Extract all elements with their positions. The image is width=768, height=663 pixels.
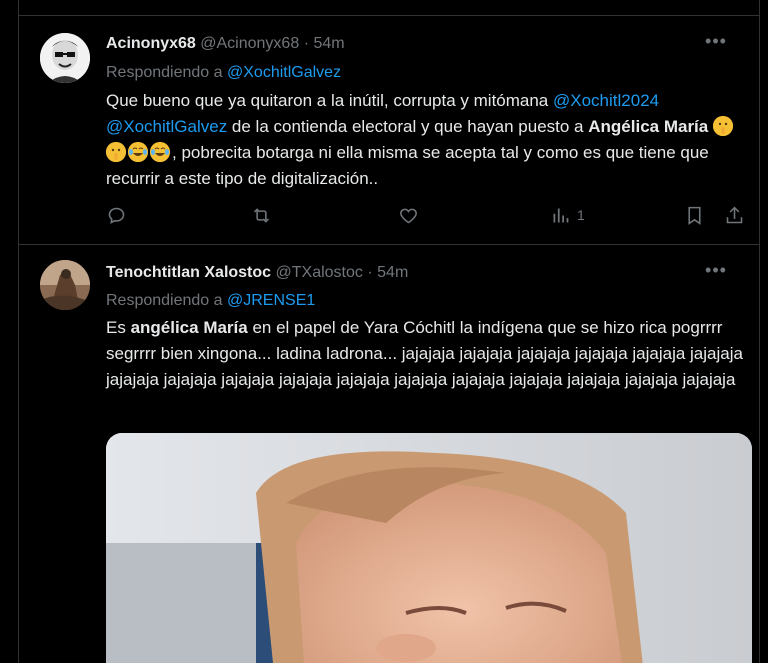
bold-text: angélica María [130,318,248,337]
heart-icon [400,208,417,223]
tweet-text: Es angélica María en el papel de Yara Có… [106,315,747,393]
photo-icon [106,433,752,663]
tweet[interactable]: Tenochtitlan Xalostoc @TXalostoc · 54m •… [19,245,759,663]
avatar[interactable] [40,33,90,83]
reply-icon [108,207,125,224]
shushing-face-icon [106,142,126,162]
mention-link[interactable]: @XochitlGalvez [106,117,227,136]
timestamp[interactable]: 54m [313,35,344,52]
text-segment: , pobrecita botarga ni ella misma se ace… [106,143,709,188]
handle[interactable]: @Acinonyx68 [200,35,299,52]
like-button[interactable] [398,202,419,228]
share-icon [726,206,743,223]
timestamp[interactable]: 54m [377,264,408,281]
reply-button[interactable] [106,202,127,228]
tweet-text: Que bueno que ya quitaron a la inútil, c… [106,88,747,192]
joy-face-icon [128,142,148,162]
views-button[interactable]: 1 [550,202,585,228]
tweet[interactable]: Acinonyx68 @Acinonyx68 · 54m ••• Respond… [19,16,759,245]
timeline-column: Acinonyx68 @Acinonyx68 · 54m ••• Respond… [18,0,760,663]
mention-link[interactable]: @Xochitl2024 [553,91,659,110]
more-options-button[interactable]: ••• [701,31,731,55]
separator: · [303,35,310,52]
views-count: 1 [577,207,585,223]
tweet-header: Tenochtitlan Xalostoc @TXalostoc · 54m •… [106,260,739,284]
replying-mention-link[interactable]: @JRENSE1 [227,292,315,309]
replying-prefix: Respondiendo a [106,292,223,309]
tweet-actions: 1 [106,202,747,228]
joy-face-icon [150,142,170,162]
tweet-media-photo[interactable] [106,433,752,663]
replying-to: Respondiendo a @XochitlGalvez [106,62,341,84]
more-options-button[interactable]: ••• [701,260,731,284]
views-icon [553,208,569,222]
avatar[interactable] [40,260,90,310]
share-button[interactable] [724,202,745,228]
retweet-button[interactable] [251,202,272,228]
text-segment: de la contienda electoral y que hayan pu… [227,117,589,136]
avatar-image [40,33,90,83]
bold-text: Angélica María [588,117,709,136]
bookmark-icon [688,206,701,225]
avatar-image [40,260,90,310]
shushing-face-icon [712,116,733,136]
display-name[interactable]: Acinonyx68 [106,35,196,52]
replying-prefix: Respondiendo a [106,64,223,81]
replying-to: Respondiendo a @JRENSE1 [106,290,315,312]
bookmark-button[interactable] [684,202,705,228]
retweet-icon [253,207,270,223]
handle[interactable]: @TXalostoc [276,264,363,281]
replying-mention-link[interactable]: @XochitlGalvez [227,64,341,81]
text-segment: Que bueno que ya quitaron a la inútil, c… [106,91,553,110]
display-name[interactable]: Tenochtitlan Xalostoc [106,264,271,281]
ellipsis-icon: ••• [705,260,727,280]
separator: · [367,264,373,281]
text-segment: Es [106,318,131,337]
tweet-header: Acinonyx68 @Acinonyx68 · 54m ••• [106,31,739,55]
ellipsis-icon: ••• [705,31,727,51]
